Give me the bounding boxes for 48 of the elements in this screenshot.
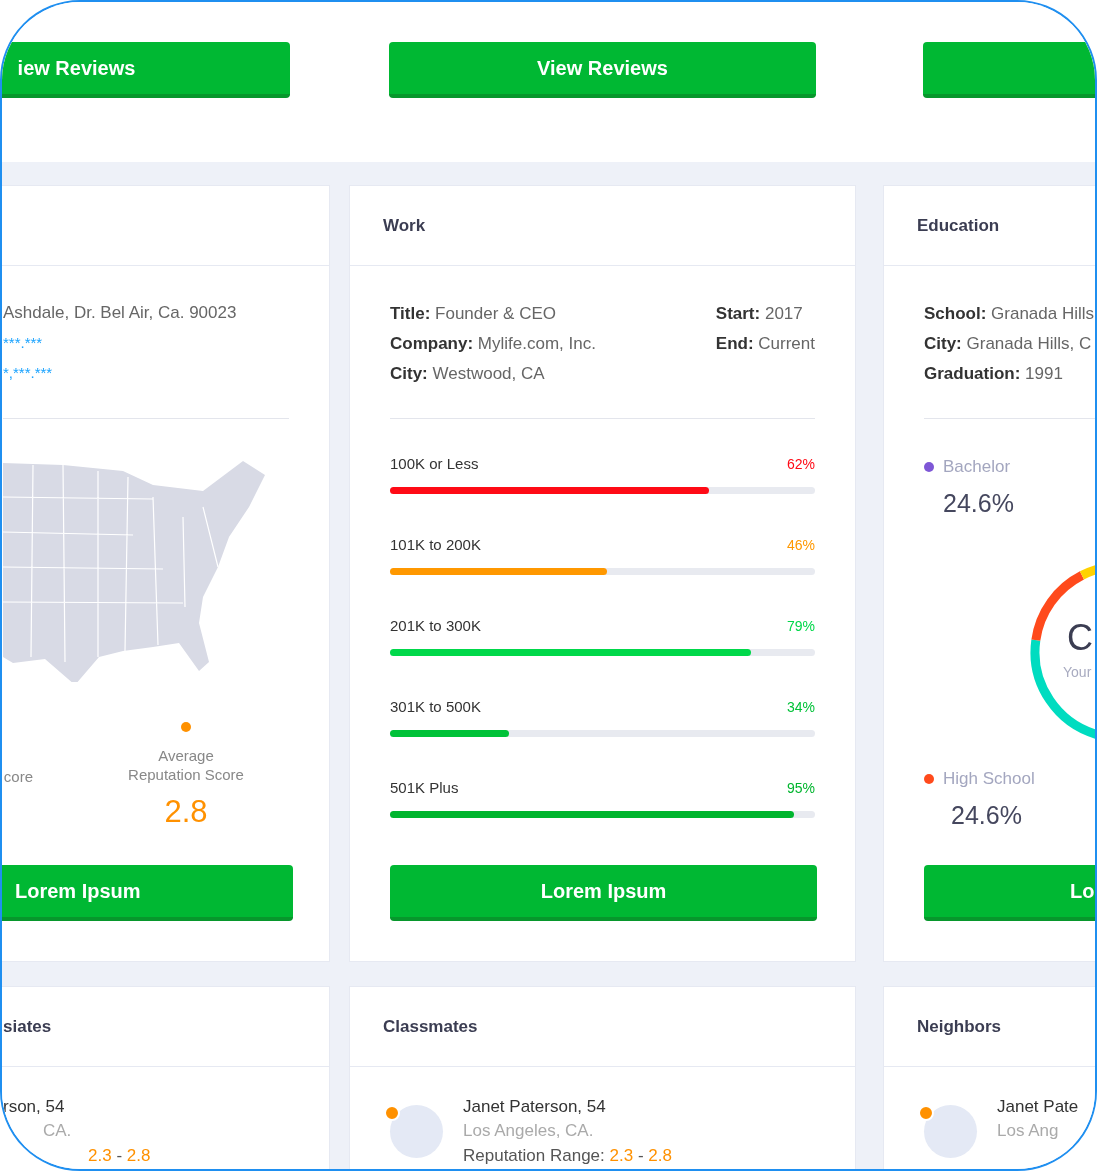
masked-value: ***.*** [3, 333, 44, 353]
person-name: rson, 54 [3, 1096, 66, 1118]
bar-label: 201K to 300K [390, 617, 481, 634]
legend-label: core [3, 766, 33, 786]
bar-label: 301K to 500K [390, 698, 481, 715]
legend-value: 24.6% [951, 801, 1023, 830]
detail-text: End: Current [715, 333, 815, 355]
score-value: 2.8 [164, 794, 208, 830]
bar-percent: 79% [786, 617, 815, 634]
legend-label: Bachelor [943, 457, 1011, 477]
person-location: Los Angeles, CA. [463, 1120, 595, 1142]
bar-label: 100K or Less [390, 455, 479, 472]
legend-label: Average Reputation Score [127, 746, 245, 784]
bar-percent: 95% [786, 779, 815, 796]
person-name: Janet Pate [997, 1096, 1079, 1118]
card-title: Work [383, 215, 426, 236]
bar-percent: 62% [786, 455, 815, 472]
card-title: siates [3, 1016, 52, 1037]
person-location: CA. [43, 1120, 73, 1142]
legend-label: High School [943, 769, 1035, 789]
view-reviews-button[interactable]: View Reviews [389, 42, 816, 98]
reputation-range: Reputation Range: 2.3 - 2.8 [463, 1145, 672, 1167]
bar-percent: 34% [786, 698, 815, 715]
card-title: Classmates [383, 1016, 478, 1037]
card-title: Neighbors [917, 1016, 1002, 1037]
detail-text: Start: 2017 [715, 303, 804, 325]
lorem-ipsum-button[interactable]: Lorem Ipsum [2, 865, 293, 921]
masked-value: *,***.*** [3, 363, 54, 383]
view-reviews-button[interactable]: iew Reviews [2, 42, 290, 98]
bar-label: 101K to 200K [390, 536, 481, 553]
legend-value: 24.6% [943, 489, 1015, 518]
address-text: Ashdale, Dr. Bel Air, Ca. 90023 [3, 302, 237, 324]
lorem-ipsum-button[interactable]: Lorem Ipsum [390, 865, 817, 921]
bar-label: 501K Plus [390, 779, 459, 796]
detail-text: City: Westwood, CA [390, 363, 546, 385]
detail-text: Graduation: 1991 [924, 363, 1064, 385]
lorem-ipsum-button[interactable]: Lo [924, 865, 1095, 921]
person-location: Los Ang [997, 1120, 1060, 1142]
reputation-range: 2.3 - 2.8 [88, 1145, 151, 1167]
bar-percent: 46% [786, 536, 815, 553]
card-title: Education [917, 215, 1000, 236]
donut-value: C [1067, 620, 1093, 656]
detail-text: Company: Mylife.com, Inc. [390, 333, 596, 355]
donut-caption: Your [1063, 664, 1092, 680]
detail-text: City: Granada Hills, C [924, 333, 1093, 355]
person-name: Janet Paterson, 54 [463, 1096, 607, 1118]
detail-text: Title: Founder & CEO [390, 303, 557, 325]
detail-text: School: Granada Hills [924, 303, 1095, 325]
